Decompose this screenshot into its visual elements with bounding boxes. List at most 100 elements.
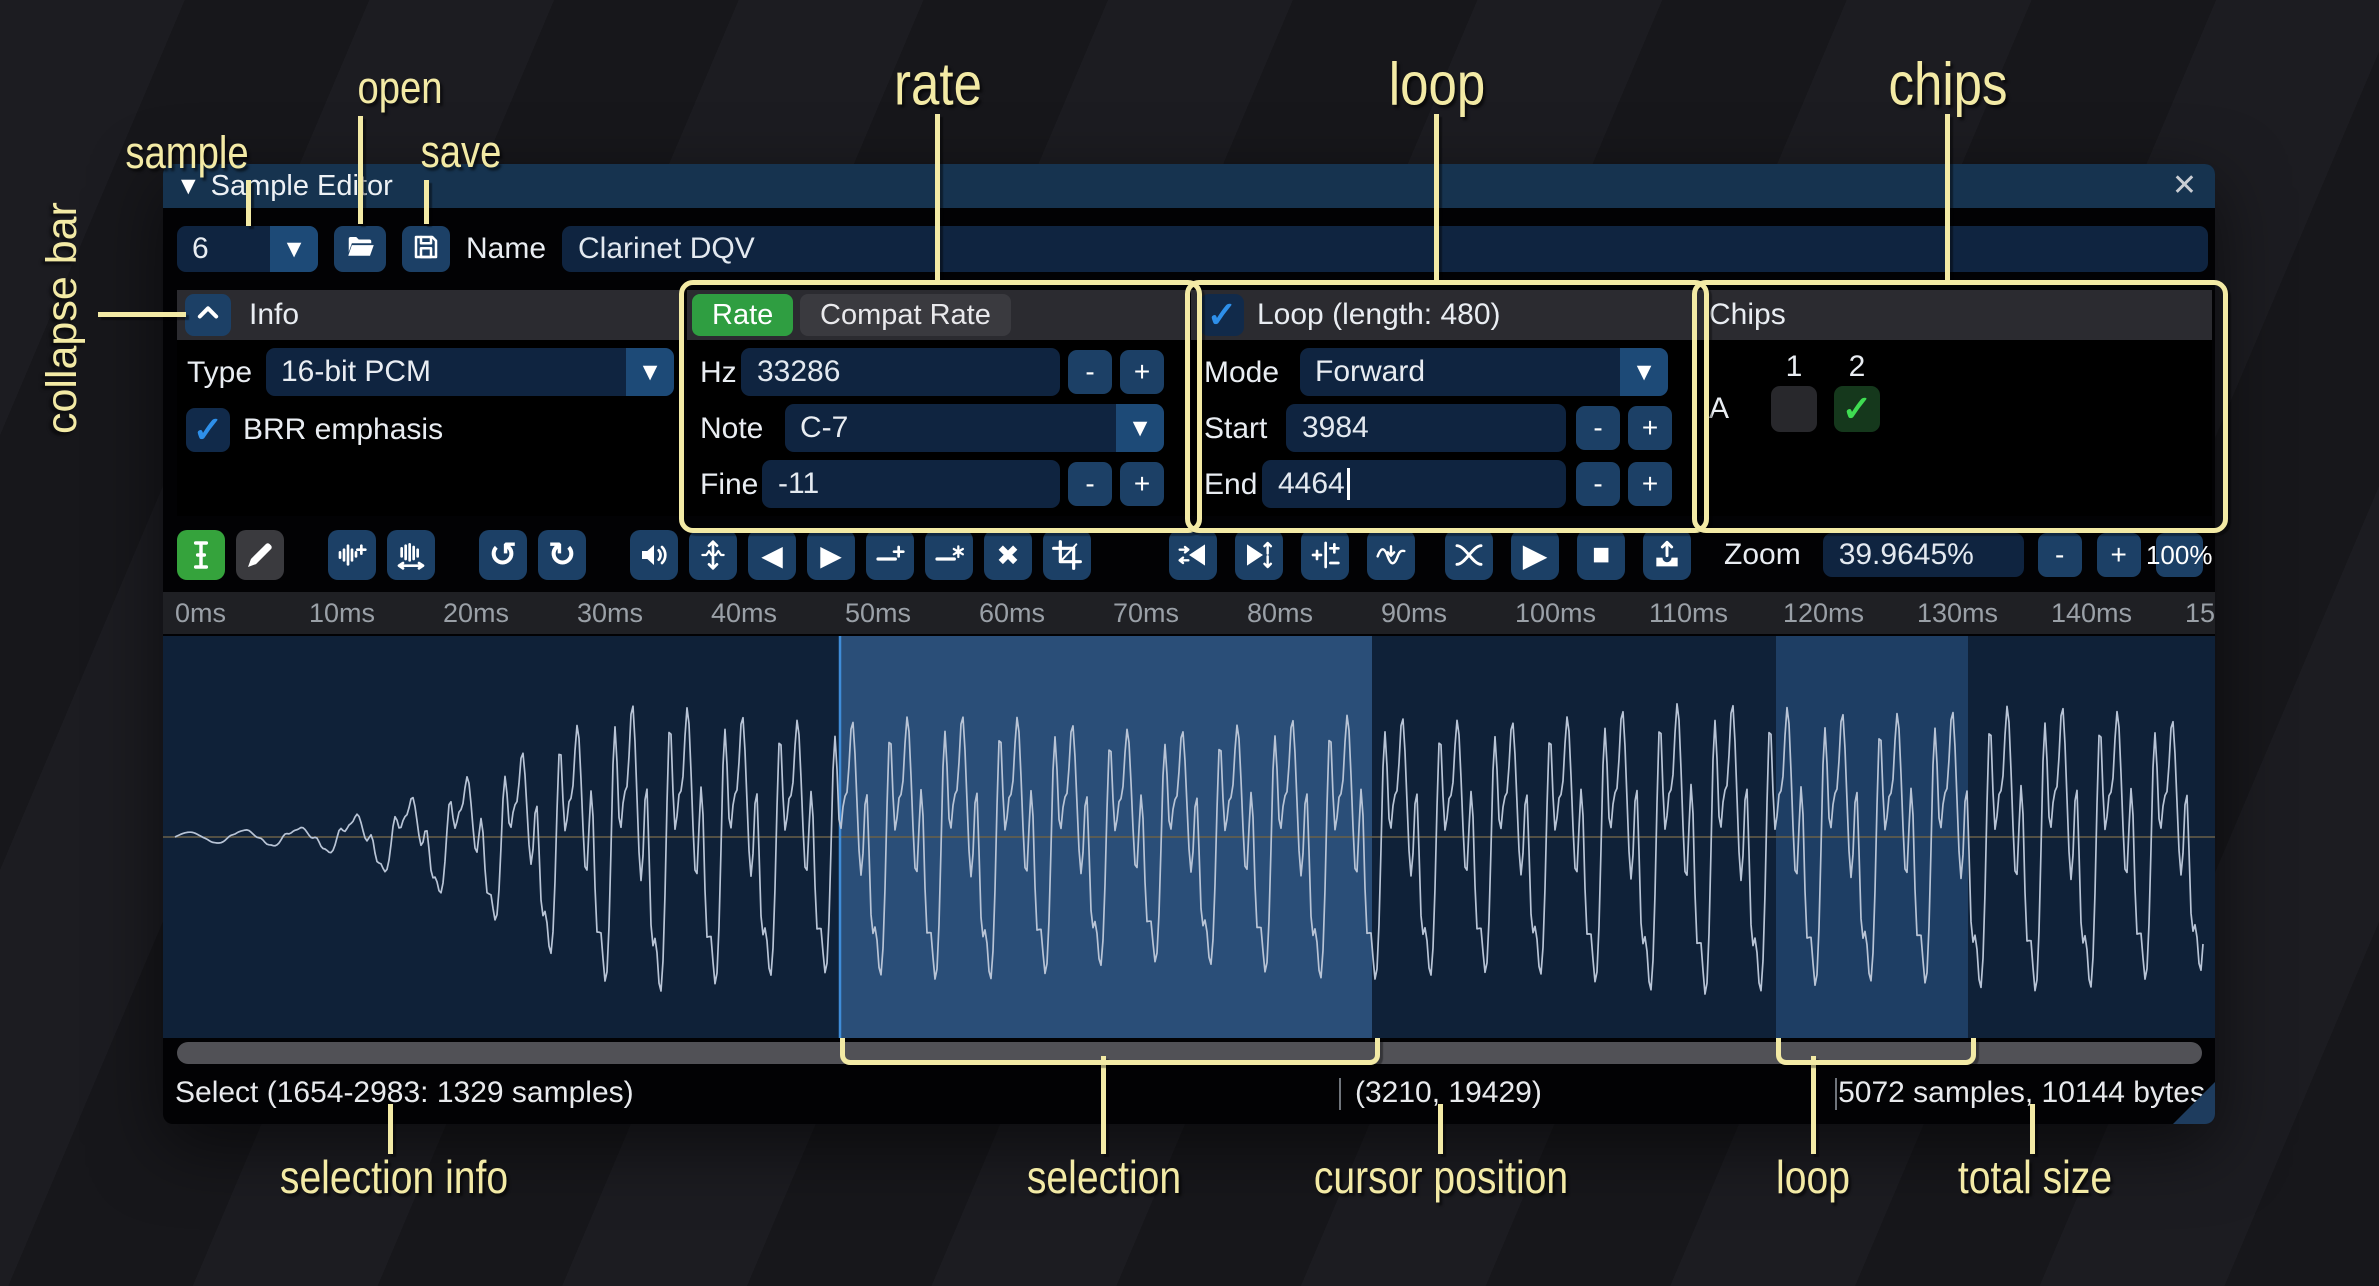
annotation-line-total-size [2030,1104,2035,1154]
annotation-outline-loop [1185,280,1709,533]
sample-selector-value: 6 [177,232,270,266]
annotation-bracket-loop [1776,1038,1976,1065]
zoom-value: 39.9645% [1839,538,1974,572]
create-instrument-button[interactable] [1643,530,1691,580]
apply-silence-button[interactable] [925,530,973,580]
annotation-bracket-selection [840,1038,1380,1065]
annotation-rate: rate [894,50,982,119]
ruler-tick-label: 70ms [1113,598,1179,629]
annotation-line-selection [1101,1056,1106,1154]
time-ruler: 0ms10ms20ms30ms40ms50ms60ms70ms80ms90ms1… [163,592,2215,634]
delete-button[interactable]: ✖ [984,530,1032,580]
annotation-line-cursor-position [1438,1104,1443,1154]
zoom-reset-button[interactable]: 100% [2156,533,2203,577]
name-input[interactable]: Clarinet DQV [562,226,2208,272]
zoom-input[interactable]: 39.9645% [1823,533,2024,577]
chevron-up-icon [194,299,222,332]
annotation-total-size: total size [1958,1150,2112,1204]
type-label: Type [187,349,252,397]
draw-mode-button[interactable] [236,530,284,580]
stop-preview-button[interactable]: ■ [1577,530,1625,580]
ruler-tick-label: 40ms [711,598,777,629]
ruler-tick-label: 0ms [175,598,226,629]
amplify-button[interactable] [630,530,678,580]
annotation-line-selection-info [388,1104,393,1154]
ruler-tick-label: 130ms [1917,598,1998,629]
ruler-tick-label: 10ms [309,598,375,629]
close-icon[interactable]: ✕ [2172,171,2197,201]
redo-button[interactable]: ↻ [538,530,586,580]
ruler-tick-label: 140ms [2051,598,2132,629]
sample-selector[interactable]: 6 ▼ [177,226,318,272]
insert-silence-button[interactable] [866,530,914,580]
fade-out-button[interactable]: ▶ [807,530,855,580]
annotation-outline-chips [1692,280,2228,533]
floppy-disk-icon [411,232,441,267]
ruler-tick-label: 150ms [2185,598,2215,629]
ruler-tick-label: 120ms [1783,598,1864,629]
chevron-down-icon[interactable]: ▼ [626,348,674,396]
filter-button[interactable] [1367,530,1415,580]
annotation-collapse-bar: collapse bar [38,168,87,434]
ruler-tick-label: 80ms [1247,598,1313,629]
annotation-save: save [421,126,502,178]
check-icon: ✓ [193,409,223,451]
toolbar-buttons: ↺↻◀▶✖▶■ [177,530,1691,580]
annotation-outline-rate [679,280,1202,533]
selection-info-status: Select (1654-2983: 1329 samples) [175,1070,634,1116]
annotation-chips: chips [1888,50,2007,119]
annotation-sample: sample [125,127,248,179]
type-value: 16-bit PCM [266,355,626,389]
type-select[interactable]: 16-bit PCM ▼ [266,348,674,396]
name-label: Name [466,226,546,272]
normalize-button[interactable] [689,530,737,580]
undo-button[interactable]: ↺ [479,530,527,580]
annotation-line-loop [1434,114,1439,281]
annotation-cursor-position: cursor position [1314,1150,1568,1204]
zoom-out-button[interactable]: - [2038,533,2082,577]
resize-button[interactable] [387,530,435,580]
save-button[interactable] [402,226,450,272]
annotation-line-open [358,116,363,224]
annotation-loop: loop [1389,50,1485,119]
trim-button[interactable] [1043,530,1091,580]
annotation-line-sample [246,180,251,226]
waveform-view[interactable] [163,636,2215,1038]
collapse-bar-button[interactable] [185,294,231,336]
status-separator [1339,1078,1341,1110]
annotation-line-collapse-bar [98,312,186,317]
annotation-loop-bottom: loop [1776,1150,1850,1204]
signed-unsigned-button[interactable] [1301,530,1349,580]
ruler-tick-label: 50ms [845,598,911,629]
brr-emphasis-checkbox[interactable]: ✓ [186,408,230,452]
select-mode-button[interactable] [177,530,225,580]
annotation-line-chips [1945,114,1950,281]
resample-button[interactable] [328,530,376,580]
info-panel: Info Type 16-bit PCM ▼ ✓ BRR emphasis [177,290,683,516]
annotation-selection: selection [1027,1150,1181,1204]
ruler-tick-label: 60ms [979,598,1045,629]
fade-in-button[interactable]: ◀ [748,530,796,580]
total-size-status: 5072 samples, 10144 bytes [1838,1070,2205,1116]
ruler-tick-label: 20ms [443,598,509,629]
folder-open-icon [345,232,375,267]
ruler-tick-label: 100ms [1515,598,1596,629]
annotation-line-rate [935,114,940,281]
invert-button[interactable] [1235,530,1283,580]
status-separator [1835,1078,1837,1110]
zoom-in-button[interactable]: + [2097,533,2141,577]
annotation-open: open [357,62,442,114]
zoom-label: Zoom [1724,538,1801,572]
ruler-tick-label: 110ms [1649,598,1728,629]
chevron-down-icon[interactable]: ▼ [270,226,318,272]
screenshot-stage: ▼ Sample Editor ✕ 6 ▼ Name Clarinet DQV … [0,0,2379,1286]
preview-button[interactable]: ▶ [1511,530,1559,580]
annotation-selection-info: selection info [280,1150,508,1204]
reverse-button[interactable] [1169,530,1217,580]
crossfade-loop-button[interactable] [1445,530,1493,580]
annotation-line-save [424,180,429,224]
annotation-line-loop-bottom [1811,1056,1816,1154]
sample-toolbar: ↺↻◀▶✖▶■ Zoom 39.9645% - + 100% [177,530,2201,580]
info-panel-title: Info [249,290,299,340]
open-button[interactable] [334,226,386,272]
